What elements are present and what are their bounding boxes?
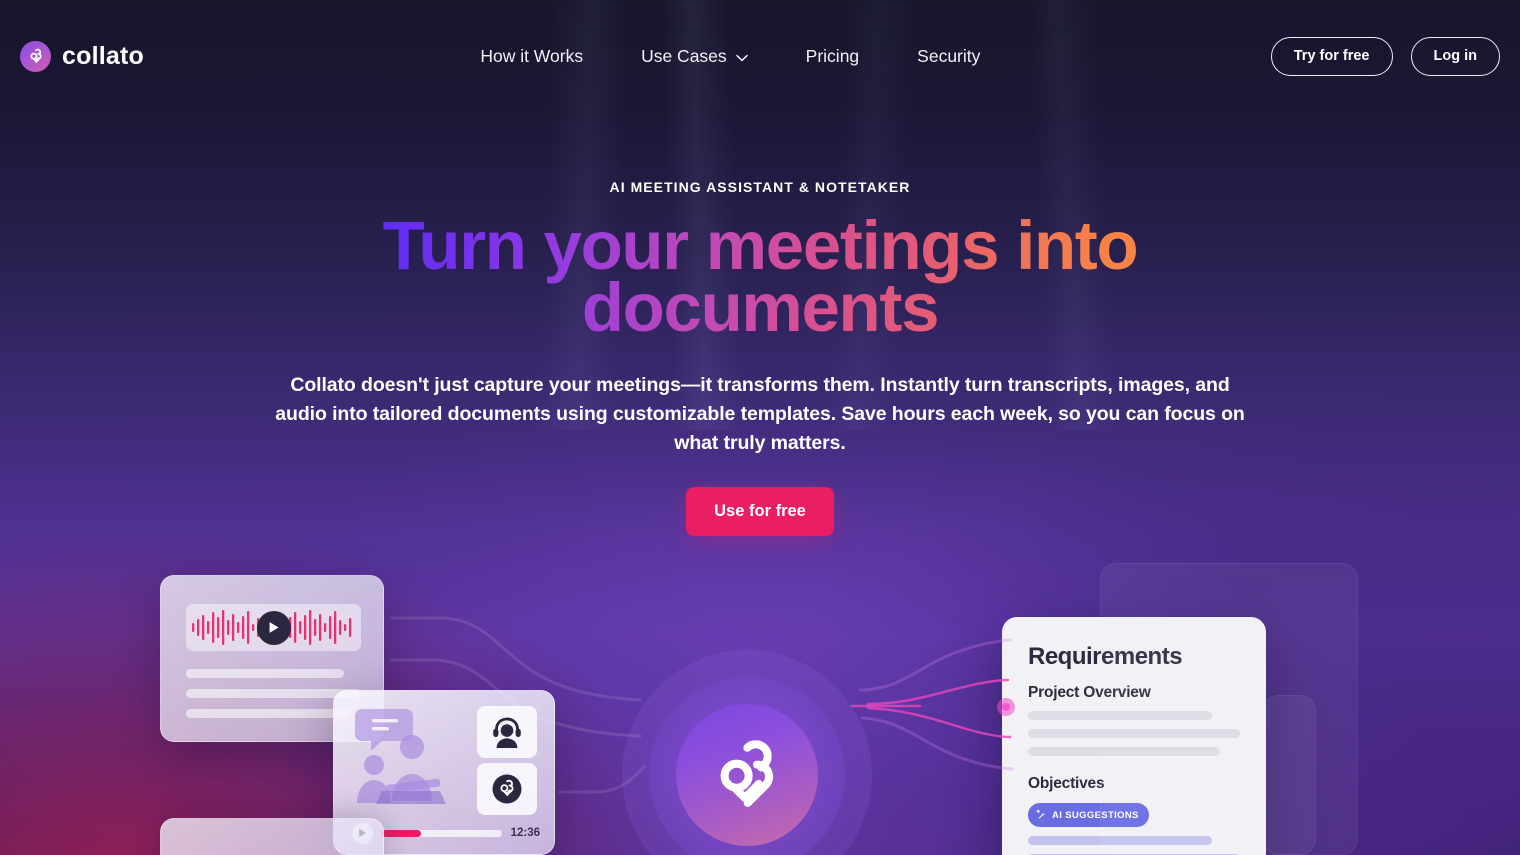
nav-label: Security <box>917 45 981 66</box>
hero-cta-wrap: Use for free <box>0 487 1520 536</box>
nav-label: How it Works <box>480 45 584 66</box>
hero-subheadline: Collato doesn't just capture your meetin… <box>275 374 1245 454</box>
site-header: collato How it Works Use Cases Pricing S… <box>0 0 1520 112</box>
try-for-free-button[interactable]: Try for free <box>1270 36 1393 76</box>
brand-logo[interactable]: collato <box>20 40 144 72</box>
header-actions: Try for free Log in <box>1270 36 1500 76</box>
nav-label: Use Cases <box>641 45 727 66</box>
use-for-free-button[interactable]: Use for free <box>686 487 834 536</box>
headline-line-2: documents <box>581 269 939 346</box>
nav-item-pricing[interactable]: Pricing <box>806 46 860 67</box>
hero-section: AI MEETING ASSISTANT & NOTETAKER Turn yo… <box>0 112 1520 536</box>
brand-name: collato <box>62 41 144 70</box>
ghost-card-back <box>1100 563 1358 855</box>
landing-page: collato How it Works Use Cases Pricing S… <box>0 0 1520 855</box>
chevron-down-icon <box>735 46 748 67</box>
collato-mark-icon <box>20 40 51 72</box>
hero-illustration <box>0 540 1520 855</box>
log-in-button[interactable]: Log in <box>1410 36 1500 76</box>
ghost-card-side <box>1262 695 1316 855</box>
nav-item-security[interactable]: Security <box>917 46 980 67</box>
hero-eyebrow: AI MEETING ASSISTANT & NOTETAKER <box>609 179 911 195</box>
nav-item-how-it-works[interactable]: How it Works <box>480 46 583 67</box>
nav-label: Pricing <box>805 45 860 66</box>
page-title: Turn your meetings into documents <box>365 215 1155 339</box>
nav-item-use-cases[interactable]: Use Cases <box>641 46 748 67</box>
main-navigation: How it Works Use Cases Pricing Security <box>434 46 980 67</box>
